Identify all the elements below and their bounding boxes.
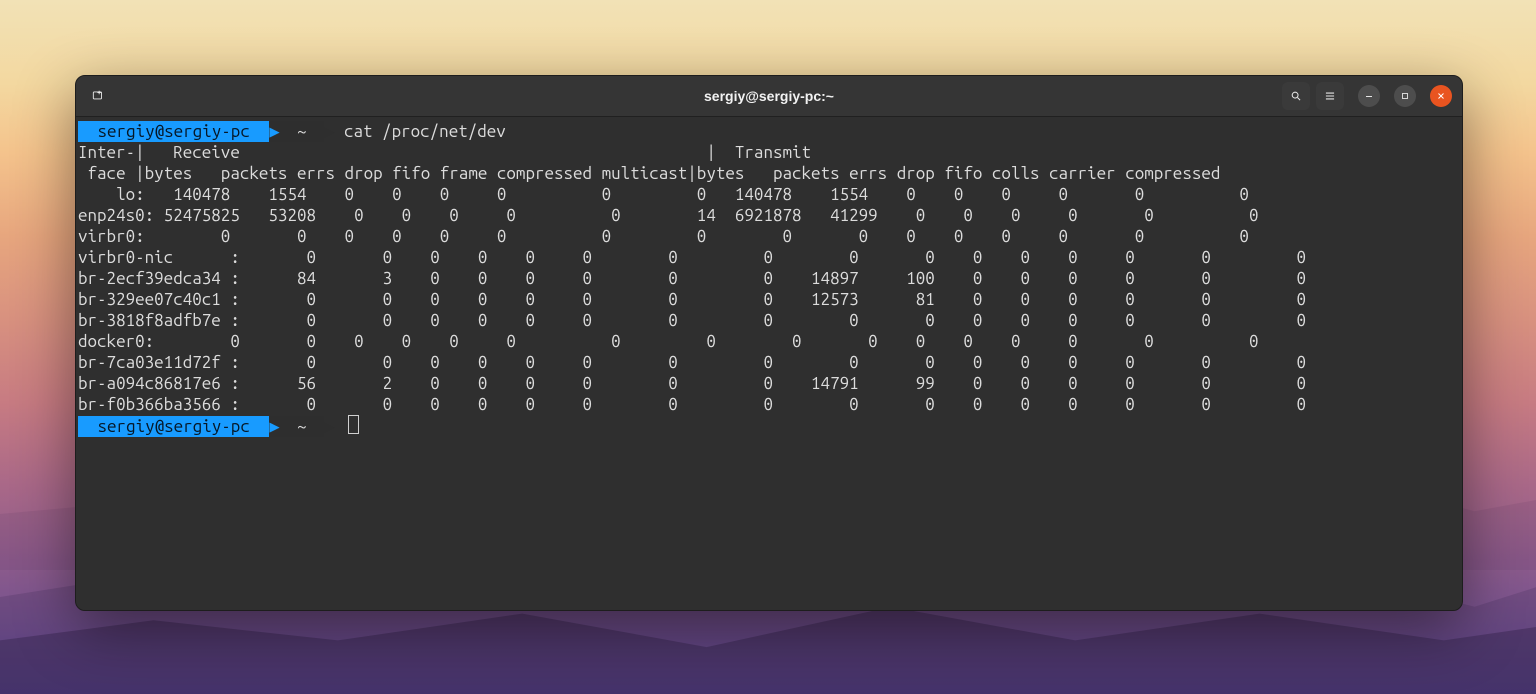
new-tab-icon [91, 89, 105, 103]
maximize-icon [1399, 90, 1411, 102]
window-close-button[interactable] [1430, 85, 1452, 107]
prompt-cwd: ~ [280, 416, 325, 437]
search-icon [1289, 89, 1303, 103]
terminal-output[interactable]: sergiy@sergiy-pc ▶ ~ ▶ cat /proc/net/dev… [78, 121, 1462, 437]
window-maximize-button[interactable] [1394, 85, 1416, 107]
hamburger-menu-button[interactable] [1316, 82, 1344, 110]
new-tab-button[interactable] [84, 82, 112, 110]
hamburger-icon [1323, 89, 1337, 103]
close-icon [1435, 90, 1447, 102]
desktop-wallpaper: sergiy@sergiy-pc:~ [0, 0, 1536, 694]
window-titlebar[interactable]: sergiy@sergiy-pc:~ [76, 76, 1462, 117]
window-minimize-button[interactable] [1358, 85, 1380, 107]
minimize-icon [1363, 90, 1375, 102]
terminal-window: sergiy@sergiy-pc:~ [75, 75, 1463, 611]
terminal-scroll[interactable]: sergiy@sergiy-pc ▶ ~ ▶ cat /proc/net/dev… [76, 117, 1462, 610]
search-button[interactable] [1282, 82, 1310, 110]
window-title: sergiy@sergiy-pc:~ [76, 88, 1462, 104]
terminal-body[interactable]: sergiy@sergiy-pc ▶ ~ ▶ cat /proc/net/dev… [76, 117, 1462, 610]
prompt-userhost: sergiy@sergiy-pc [78, 121, 269, 142]
entered-command: cat /proc/net/dev [344, 122, 506, 141]
terminal-cursor [348, 415, 359, 434]
prompt-cwd: ~ [280, 121, 325, 142]
prompt-userhost: sergiy@sergiy-pc [78, 416, 269, 437]
